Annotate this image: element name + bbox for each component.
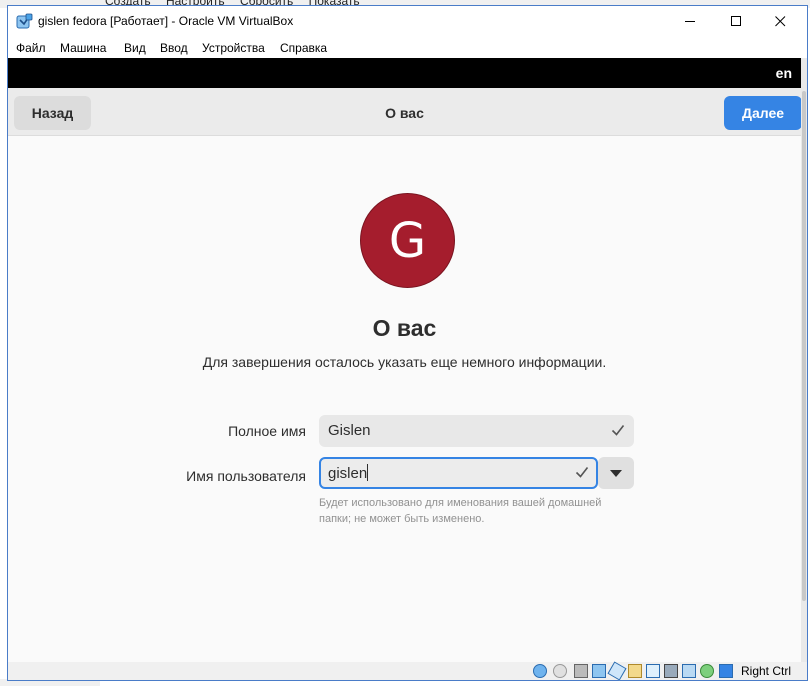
arrow-down-icon[interactable] bbox=[719, 664, 733, 678]
maximize-button[interactable] bbox=[714, 6, 759, 37]
virtualbox-app-icon bbox=[16, 13, 33, 29]
status-bar: Right Ctrl bbox=[8, 661, 807, 681]
menu-input[interactable]: Ввод bbox=[160, 41, 188, 55]
network-icon[interactable] bbox=[592, 664, 606, 678]
minimize-button[interactable] bbox=[668, 6, 713, 37]
header-title: О вас bbox=[385, 105, 424, 121]
mouse-integration-icon[interactable] bbox=[700, 664, 714, 678]
page-subtitle: Для завершения осталось указать еще немн… bbox=[202, 354, 607, 370]
virtualbox-window: gislen fedora [Работает] - Oracle VM Vir… bbox=[7, 5, 808, 681]
menu-view[interactable]: Вид bbox=[124, 41, 146, 55]
maximize-icon bbox=[731, 16, 741, 26]
video-capture-icon[interactable] bbox=[664, 664, 678, 678]
minimize-icon bbox=[685, 21, 695, 22]
recording-icon[interactable] bbox=[682, 664, 696, 678]
checkmark-icon bbox=[575, 467, 589, 478]
text-cursor bbox=[367, 464, 369, 481]
audio-icon[interactable] bbox=[574, 664, 588, 678]
language-indicator[interactable]: en bbox=[776, 65, 792, 81]
next-button[interactable]: Далее bbox=[724, 96, 801, 130]
scrollbar-thumb[interactable] bbox=[802, 91, 806, 601]
username-field[interactable]: gislen bbox=[319, 457, 598, 489]
username-hint: Будет использовано для именования вашей … bbox=[319, 497, 602, 525]
window-title: gislen fedora [Работает] - Oracle VM Vir… bbox=[38, 14, 294, 28]
username-dropdown-button[interactable] bbox=[598, 457, 634, 489]
close-button[interactable] bbox=[758, 6, 803, 37]
setup-header-bar: Назад О вас Далее bbox=[8, 88, 801, 136]
full-name-label: Полное имя bbox=[228, 423, 306, 439]
display-icon[interactable] bbox=[646, 664, 660, 678]
full-name-value: Gislen bbox=[328, 422, 371, 439]
usb-icon[interactable] bbox=[607, 661, 627, 681]
title-bar[interactable]: gislen fedora [Работает] - Oracle VM Vir… bbox=[8, 6, 807, 37]
menu-help[interactable]: Справка bbox=[280, 41, 327, 55]
hard-disk-icon[interactable] bbox=[533, 664, 547, 678]
menu-bar: Файл Машина Вид Ввод Устройства Справка bbox=[8, 37, 807, 58]
checkmark-icon bbox=[611, 425, 625, 436]
host-key-label: Right Ctrl bbox=[741, 664, 792, 678]
menu-machine[interactable]: Машина bbox=[60, 41, 106, 55]
shared-folders-icon[interactable] bbox=[628, 664, 642, 678]
avatar-letter: G bbox=[388, 212, 427, 269]
full-name-field[interactable]: Gislen bbox=[319, 415, 634, 447]
optical-drive-icon[interactable] bbox=[553, 664, 567, 678]
menu-file[interactable]: Файл bbox=[16, 41, 46, 55]
page-title: О вас bbox=[372, 315, 437, 341]
close-icon bbox=[775, 16, 786, 27]
guest-top-bar: en bbox=[8, 58, 801, 88]
username-label: Имя пользователя bbox=[186, 468, 306, 484]
caret-down-icon bbox=[610, 469, 622, 477]
menu-devices[interactable]: Устройства bbox=[202, 41, 265, 55]
username-value: gislen bbox=[328, 464, 369, 482]
avatar[interactable]: G bbox=[360, 193, 455, 288]
guest-display[interactable]: en Назад О вас Далее G О вас Для заверше… bbox=[8, 58, 801, 662]
